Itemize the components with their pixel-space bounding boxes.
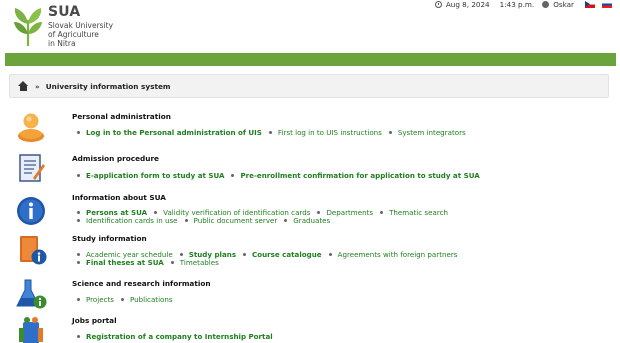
home-icon[interactable] bbox=[18, 81, 29, 91]
clock-icon bbox=[434, 0, 442, 8]
section-title: Study information bbox=[72, 234, 147, 243]
book-info-icon[interactable] bbox=[15, 234, 47, 266]
section-title: Information about SUA bbox=[72, 193, 166, 202]
brand-line-2: of Agriculture bbox=[48, 30, 99, 39]
section-title: Personal administration bbox=[72, 112, 171, 121]
bullet bbox=[243, 253, 247, 256]
breadcrumb-current: University information system bbox=[45, 81, 171, 91]
main-menu-bar bbox=[5, 53, 616, 66]
info-icon[interactable] bbox=[15, 195, 47, 227]
bullet bbox=[268, 131, 272, 134]
link-graduates[interactable]: Graduates bbox=[293, 216, 330, 225]
jobs-portal-icon[interactable] bbox=[15, 316, 47, 343]
bullet bbox=[77, 131, 80, 134]
bullet bbox=[77, 298, 80, 301]
person-icon[interactable] bbox=[15, 110, 47, 142]
bullet bbox=[154, 211, 158, 214]
link-e-application[interactable]: E-application form to study at SUA bbox=[86, 171, 224, 180]
date: Aug 8, 2024 bbox=[445, 0, 490, 9]
bullet bbox=[179, 253, 183, 256]
bullet bbox=[231, 174, 235, 177]
link-system-integrators[interactable]: System integrators bbox=[398, 128, 466, 137]
bullet bbox=[77, 335, 80, 338]
bullet bbox=[77, 261, 80, 264]
user-menu[interactable]: Oskar bbox=[542, 0, 574, 9]
section-title: Jobs portal bbox=[72, 316, 117, 325]
bullet bbox=[120, 298, 124, 301]
datetime: Aug 8, 2024 1:43 p.m. bbox=[434, 0, 535, 9]
link-thematic-search[interactable]: Thematic search bbox=[389, 208, 448, 217]
czech-flag-icon[interactable] bbox=[585, 0, 595, 8]
bullet bbox=[184, 219, 188, 222]
brand-abbr: SUA bbox=[48, 4, 81, 20]
link-row: Projects Publications bbox=[77, 295, 173, 304]
link-pre-enrollment[interactable]: Pre-enrollment confirmation for applicat… bbox=[240, 171, 479, 180]
application-form-icon[interactable] bbox=[15, 152, 47, 184]
link-row: Registration of a company to Internship … bbox=[77, 332, 273, 341]
bullet bbox=[77, 211, 80, 214]
bullet bbox=[380, 211, 384, 214]
link-id-cards-in-use[interactable]: Identification cards in use bbox=[86, 216, 178, 225]
bullet bbox=[170, 261, 174, 264]
user-icon bbox=[542, 0, 550, 8]
brand-line-3: in Nitra bbox=[48, 39, 76, 48]
section-title: Admission procedure bbox=[72, 154, 159, 163]
bullet bbox=[284, 219, 288, 222]
sua-logo[interactable] bbox=[12, 6, 44, 46]
slovak-flag-icon[interactable] bbox=[602, 0, 612, 8]
link-public-document-server[interactable]: Public document server bbox=[194, 216, 278, 225]
link-row: Final theses at SUA Timetables bbox=[77, 258, 219, 267]
user-name[interactable]: Oskar bbox=[553, 0, 574, 9]
link-row: E-application form to study at SUA Pre-e… bbox=[77, 171, 480, 180]
breadcrumb-separator: » bbox=[35, 81, 40, 91]
flask-info-icon[interactable] bbox=[15, 278, 47, 310]
link-row: Log in to the Personal administration of… bbox=[77, 128, 466, 137]
bullet bbox=[388, 131, 392, 134]
top-bar: Aug 8, 2024 1:43 p.m. Oskar bbox=[427, 0, 612, 9]
bullet bbox=[77, 219, 80, 222]
brand-line-1: Slovak University bbox=[48, 21, 114, 30]
link-departments[interactable]: Departments bbox=[326, 208, 373, 217]
bullet bbox=[77, 253, 80, 256]
breadcrumb: » University information system bbox=[9, 74, 609, 98]
link-first-login-instructions[interactable]: First log in to UIS instructions bbox=[278, 128, 382, 137]
section-title: Science and research information bbox=[72, 279, 211, 288]
link-foreign-agreements[interactable]: Agreements with foreign partners bbox=[338, 250, 458, 259]
link-projects[interactable]: Projects bbox=[86, 295, 114, 304]
bullet bbox=[328, 253, 332, 256]
link-final-theses[interactable]: Final theses at SUA bbox=[86, 258, 164, 267]
language-switch bbox=[582, 0, 612, 8]
bullet bbox=[317, 211, 321, 214]
time: 1:43 p.m. bbox=[499, 0, 535, 9]
link-publications[interactable]: Publications bbox=[130, 295, 173, 304]
link-timetables[interactable]: Timetables bbox=[180, 258, 219, 267]
brand: SUA Slovak University of Agriculture in … bbox=[48, 4, 118, 48]
link-internship-registration[interactable]: Registration of a company to Internship … bbox=[86, 332, 273, 341]
link-row: Identification cards in use Public docum… bbox=[77, 216, 330, 225]
link-course-catalogue[interactable]: Course catalogue bbox=[252, 250, 322, 259]
link-login-personal-admin[interactable]: Log in to the Personal administration of… bbox=[86, 128, 262, 137]
brand-fullname: Slovak University of Agriculture in Nitr… bbox=[48, 21, 118, 48]
bullet bbox=[77, 174, 80, 177]
